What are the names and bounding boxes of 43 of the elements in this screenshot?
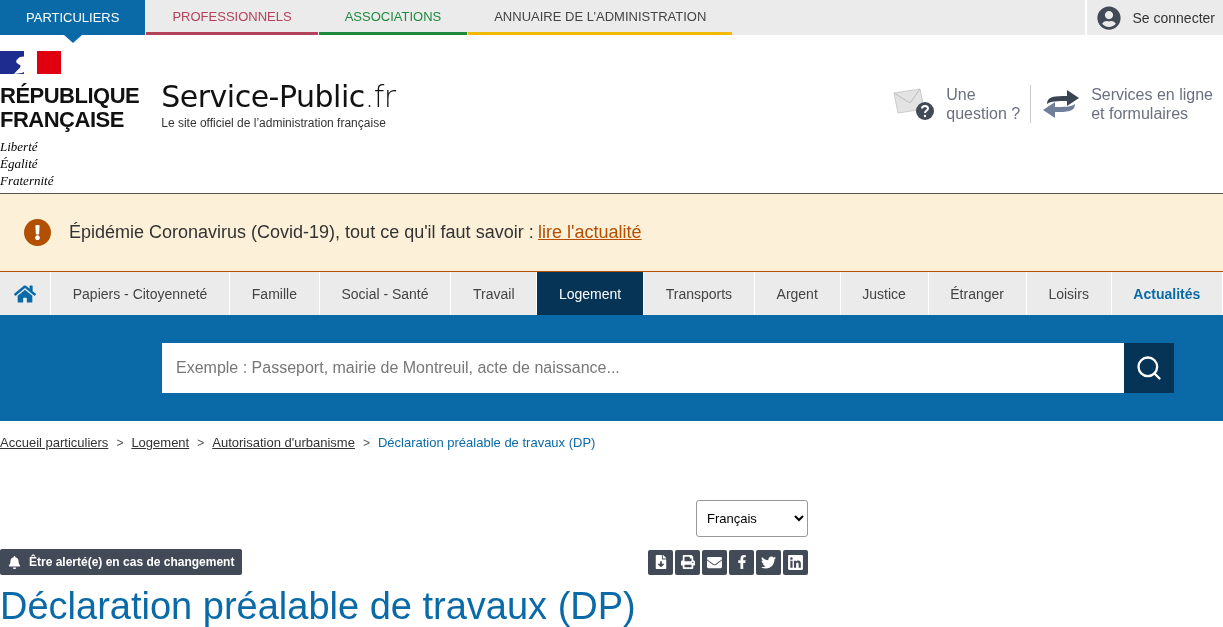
download-icon [653,555,668,569]
language-select[interactable]: Français [696,500,808,537]
breadcrumb-link[interactable]: Déclaration préalable de travaux (DP) [377,435,596,450]
header-link[interactable]: Une question ? [882,85,1031,123]
nav-tab[interactable]: Logement [537,272,644,315]
share-button[interactable] [675,549,700,575]
breadcrumb-separator: > [116,435,124,450]
print-icon [680,555,695,569]
breadcrumb-link[interactable]: Accueil particuliers [0,435,109,450]
twitter-icon [761,554,776,570]
search-field[interactable]: Exemple : Passeport, mairie de Montreuil, acte de naissance... [162,343,1124,393]
bell-icon [8,555,21,569]
search-icon [1135,354,1163,382]
header-link[interactable]: Services en ligne et formulaires [1030,85,1223,123]
tab-pointer [63,35,82,43]
motto: Liberté Égalité Fraternité [0,138,55,189]
alert-subscribe-button[interactable]: Être alerté(e) en cas de changement [0,549,243,575]
breadcrumb-separator: > [197,435,205,450]
linkedin-icon [787,553,804,571]
login-link[interactable]: Se connecter [1084,0,1223,35]
user-icon [1096,5,1121,30]
mail-icon [707,554,722,570]
breadcrumb-link[interactable]: Autorisation d'urbanisme [212,435,355,450]
site-name: Service-Public.fr [161,79,396,114]
alert-link[interactable]: lire l'actualité [538,222,642,242]
header-link-label: Une question ? [946,85,1021,123]
home-icon [14,282,36,305]
republic-name: RÉPUBLIQUE FRANÇAISE [0,84,140,132]
share-button[interactable] [648,549,673,575]
search-button[interactable] [1124,343,1174,393]
warning-icon [24,219,51,246]
envelope-question-icon [892,87,937,121]
page-title: Déclaration préalable de travaux (DP) [0,585,637,627]
header-link-label: Services en ligne et formulaires [1091,85,1213,123]
share-button[interactable] [756,549,781,575]
alert-text: Épidémie Coronavirus (Covid-19), tout ce qu'il faut savoir : [69,222,534,242]
share-button[interactable] [729,549,754,575]
flag-logo-icon [0,51,61,74]
breadcrumb-link[interactable]: Logement [131,435,190,450]
breadcrumb-separator: > [362,435,370,450]
site-tagline: Le site officiel de l’administration française [161,116,387,130]
share-button[interactable] [702,549,727,575]
share-button[interactable] [783,549,808,575]
